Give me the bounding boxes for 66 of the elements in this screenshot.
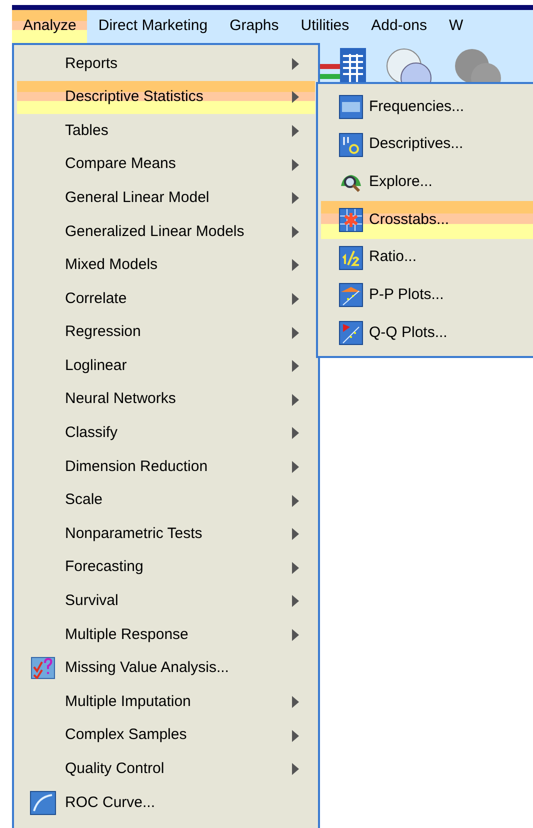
menu-item[interactable]: Loglinear [17,349,315,383]
menu-item[interactable]: Scale [17,484,315,518]
submenu-item[interactable]: Q-Q Plots... [321,314,533,352]
menu-bar-item[interactable]: W [438,10,474,43]
submenu-item[interactable]: Frequencies... [321,88,533,126]
submenu-arrow-icon [292,292,299,305]
scatter-plot-icon [339,283,363,308]
menu-item[interactable]: General Linear Model [17,181,315,215]
menu-item[interactable]: Forecasting [17,550,315,584]
submenu-item[interactable]: Explore... [321,163,533,202]
menu-item[interactable]: Classify [17,416,315,450]
menu-item[interactable]: Multiple Imputation [17,685,315,719]
submenu-arrow-icon [292,628,299,641]
submenu-arrow-icon [292,730,299,742]
submenu-arrow-icon [292,494,299,507]
submenu-arrow-icon [292,360,299,372]
menu-bar-item[interactable]: Add-ons [360,10,438,43]
submenu-arrow-icon [292,763,299,776]
menu-item[interactable]: Dimension Reduction [17,450,315,484]
submenu-arrow-icon [292,158,299,171]
submenu-arrow-icon [292,226,299,238]
menu-item[interactable]: Missing Value Analysis... [17,652,315,686]
menu-item[interactable]: Regression [17,316,315,350]
submenu-item[interactable]: Descriptives... [321,126,533,164]
menu-item[interactable]: Complex Samples [17,718,315,752]
submenu-arrow-icon [292,696,299,708]
submenu-arrow-icon [292,124,299,137]
submenu-arrow-icon [292,91,299,104]
menu-item[interactable]: Nonparametric Tests [17,517,315,551]
scatter-plot-icon [339,320,363,345]
submenu-item[interactable]: P-P Plots... [321,276,533,314]
submenu-arrow-icon [292,595,299,608]
menu-item[interactable]: Survival [17,584,315,618]
menu-item[interactable]: Mixed Models [17,248,315,282]
menu-item[interactable]: Generalized Linear Models [17,214,315,249]
submenu-arrow-icon [292,562,299,574]
menu-item[interactable]: Compare Means [17,148,315,182]
grid-star-icon [339,208,363,232]
submenu-arrow-icon [292,528,299,540]
menu-bar-item[interactable]: Direct Marketing [87,10,219,43]
submenu-arrow-icon [292,326,299,339]
curve-icon [30,790,56,815]
menu-item[interactable]: Correlate [17,282,315,316]
submenu-item[interactable]: Ratio... [321,238,533,276]
menu-bar-item[interactable]: Graphs [218,10,290,43]
menu-item[interactable]: Neural Networks [17,382,315,417]
menu-item[interactable]: Reports [17,47,315,81]
menu-bar-item[interactable]: Analyze [12,10,88,43]
submenu-arrow-icon [292,192,299,204]
mu-sigma-icon [339,132,363,157]
submenu-item[interactable]: Crosstabs... [321,201,533,239]
menu-bar-item[interactable]: Utilities [290,10,360,43]
submenu-arrow-icon [292,259,299,272]
submenu-arrow-icon [292,460,299,473]
submenu-arrow-icon [292,58,299,70]
menu-item[interactable]: Multiple Response [17,618,315,652]
data-table-icon [320,46,366,82]
menu-item[interactable]: Quality Control [17,752,315,786]
menu-item[interactable]: ROC Curve... [17,786,315,820]
submenu-arrow-icon [292,427,299,440]
submenu-arrow-icon [292,394,299,406]
menu-item[interactable]: Descriptive Statistics [17,80,315,114]
number-table-icon [339,94,363,119]
menu-item[interactable]: Tables [17,114,315,148]
fraction-icon [339,246,363,270]
checkmark-question-icon [31,657,55,680]
